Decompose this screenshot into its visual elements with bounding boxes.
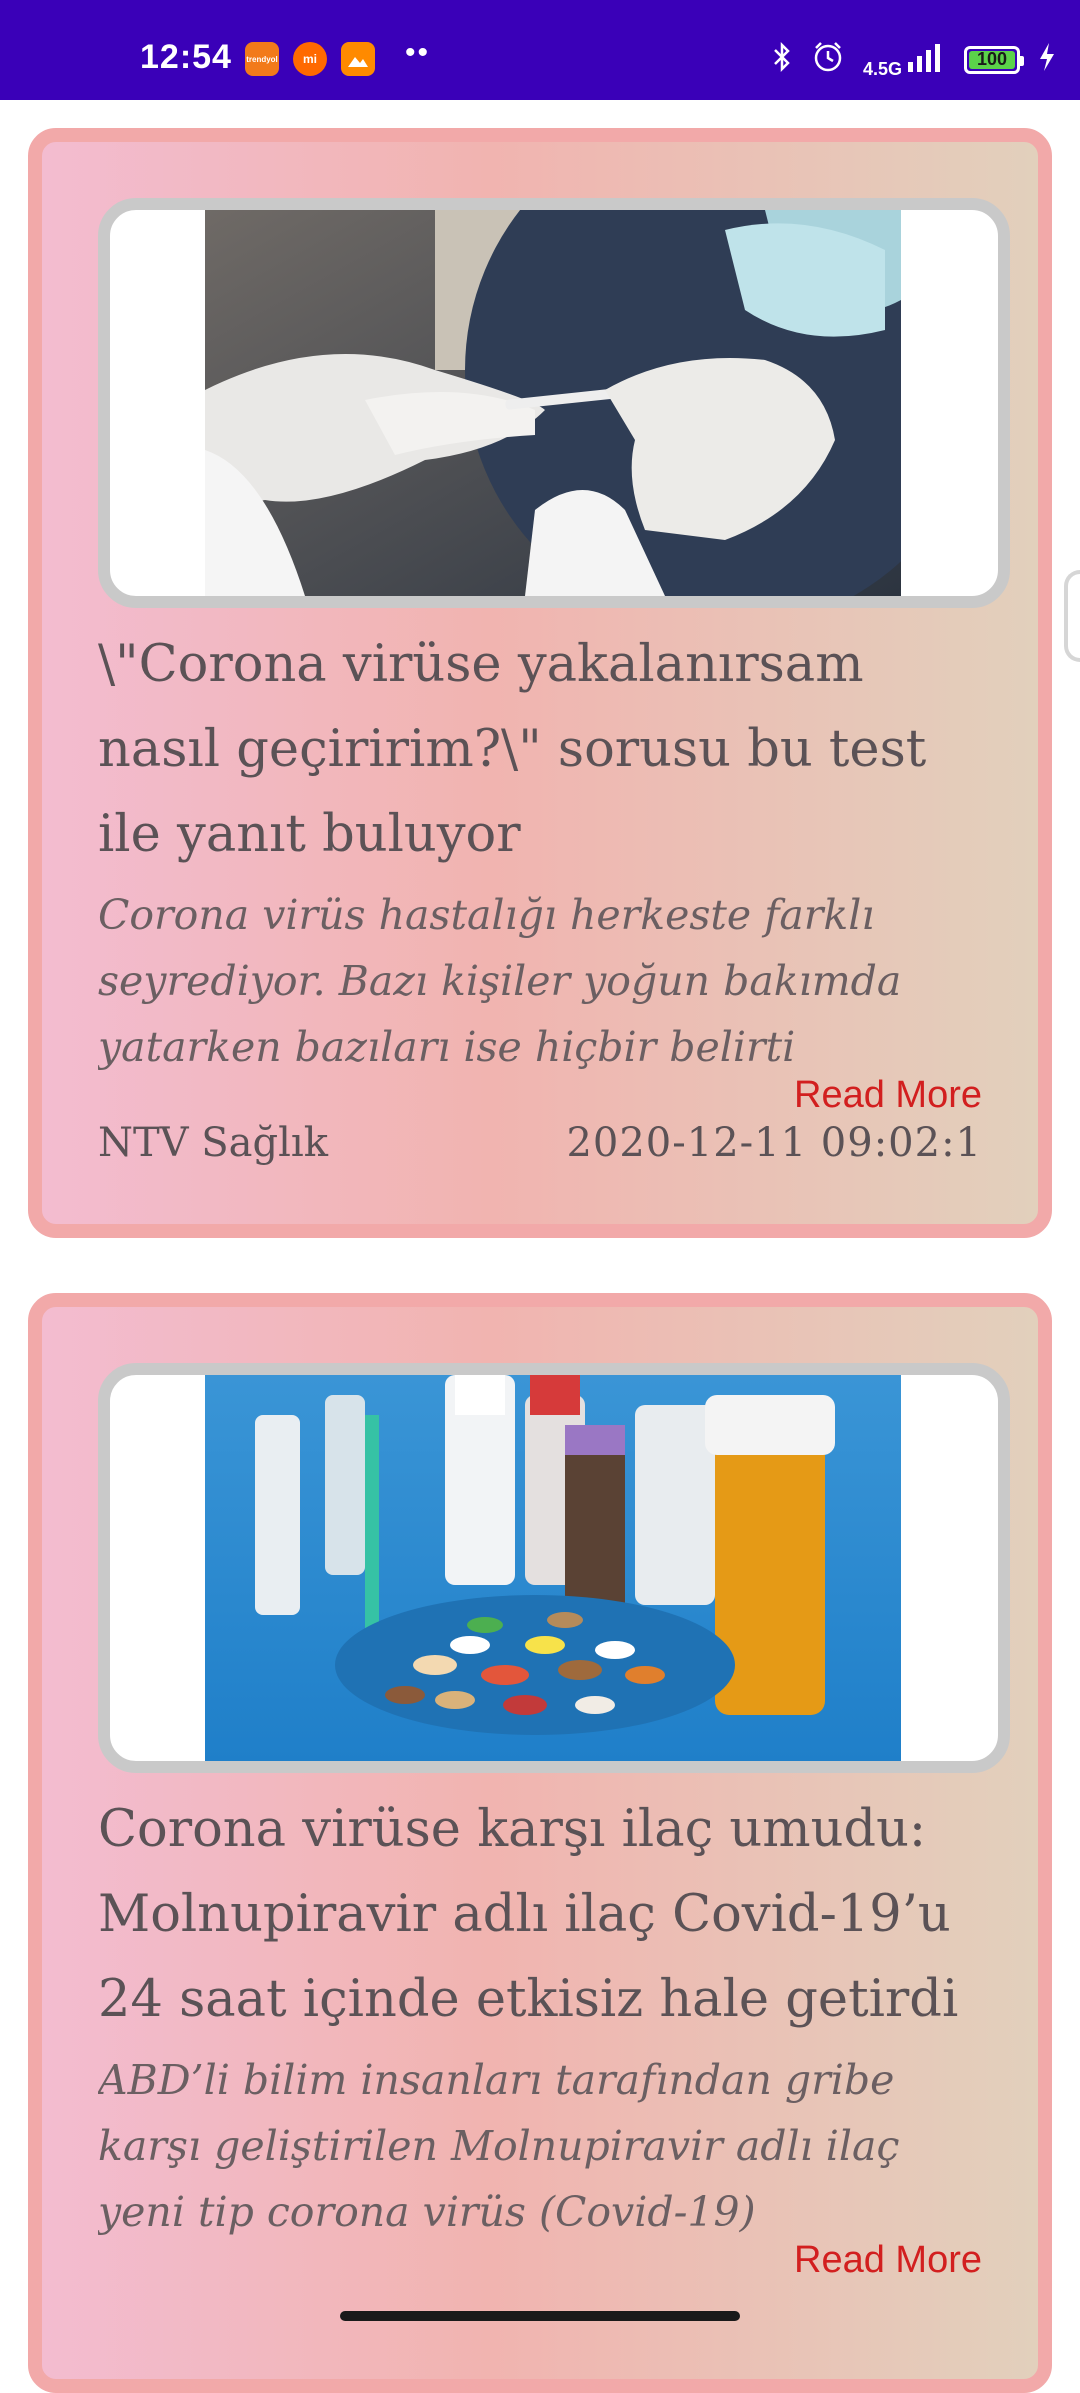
news-card[interactable]: \"Corona virüse yakalanırsam nasıl geçir… — [28, 128, 1052, 1238]
news-card[interactable]: Corona virüse karşı ilaç umudu: Molnupir… — [28, 1293, 1052, 2393]
covid-test-swab-photo — [205, 210, 901, 596]
battery-level: 100 — [976, 49, 1008, 69]
article-source: NTV Sağlık — [98, 1120, 328, 1166]
alarm-icon — [811, 40, 845, 79]
read-more-link[interactable]: Read More — [794, 1074, 982, 1117]
gallery-app-icon — [341, 42, 375, 76]
article-date: 2020-12-11 09:02:1 — [566, 1120, 982, 1166]
edge-panel-handle[interactable] — [1064, 570, 1080, 662]
article-image-frame[interactable] — [98, 198, 1010, 608]
network-type: 4.5G — [862, 59, 902, 79]
home-indicator[interactable] — [340, 2311, 740, 2321]
article-title[interactable]: \"Corona virüse yakalanırsam nasıl geçir… — [98, 622, 982, 877]
article-summary: Corona virüs hastalığı herkeste farklı s… — [98, 891, 902, 1071]
medicine-pills-photo — [205, 1375, 901, 1761]
news-app-label: trendyol — [246, 54, 278, 64]
clock: 12:54 — [140, 38, 232, 76]
signal-icon — [906, 42, 946, 77]
system-icons: 4.5G 100 — [771, 40, 1056, 79]
article-image-frame[interactable] — [98, 1363, 1010, 1773]
status-bar: 12:54 trendyol mi •• 4.5G 100 — [0, 0, 1080, 100]
read-more-link[interactable]: Read More — [794, 2239, 982, 2282]
article-title[interactable]: Corona virüse karşı ilaç umudu: Molnupir… — [98, 1787, 982, 2042]
bluetooth-icon — [771, 41, 793, 78]
battery-icon: 100 — [964, 45, 1024, 74]
charging-icon — [1038, 42, 1056, 77]
news-app-icon: trendyol — [245, 42, 279, 76]
more-notifications-icon: •• — [405, 36, 431, 69]
mi-app-icon: mi — [293, 42, 327, 76]
article-summary: ABD’li bilim insanları tarafından gribe … — [98, 2056, 900, 2236]
mi-app-label: mi — [302, 52, 317, 66]
notification-icons: trendyol mi — [245, 42, 375, 76]
